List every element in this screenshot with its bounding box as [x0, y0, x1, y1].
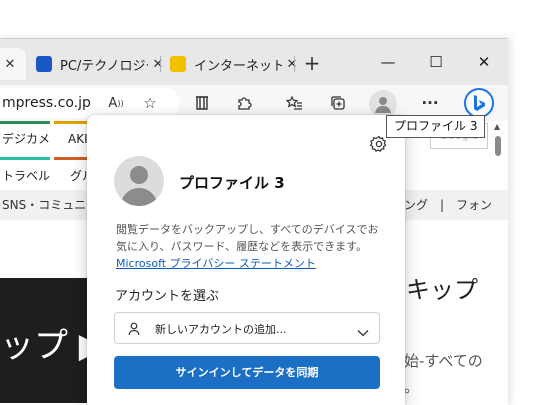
close-icon[interactable]: ✕ [0, 57, 20, 72]
category-bar [0, 157, 50, 160]
category-link[interactable]: トラベル [0, 162, 54, 190]
minimize-button[interactable]: — [370, 49, 406, 75]
more-options-icon[interactable]: ··· [418, 91, 442, 115]
nav-links-right[interactable]: ング | フォン [404, 190, 492, 220]
category-link[interactable]: デジカメ [0, 125, 54, 153]
tab-pc-technology[interactable]: PC/テクノロジー ✕ [36, 48, 168, 80]
account-select-value: 新しいアカウントの追加... [155, 323, 287, 336]
profile-name: プロファイル 3 [179, 174, 285, 192]
window-close-button[interactable]: ✕ [466, 49, 502, 75]
signin-sync-button[interactable]: サインインしてデータを同期 [114, 356, 380, 389]
chevron-down-icon [357, 323, 369, 337]
tooltip: プロファイル 3 [386, 115, 486, 138]
profile-button[interactable] [369, 90, 397, 118]
account-select[interactable]: 新しいアカウントの追加... [114, 312, 380, 344]
extensions-icon[interactable] [232, 91, 256, 115]
skip-heading: キップ [406, 276, 478, 304]
person-icon [127, 321, 141, 336]
skip-text: 。 [404, 378, 420, 396]
avatar [114, 156, 164, 206]
scroll-up-arrow[interactable]: ▲ [494, 122, 500, 131]
maximize-button[interactable]: ☐ [418, 49, 454, 75]
collections-icon[interactable] [190, 91, 214, 115]
favorites-icon[interactable] [282, 91, 306, 115]
tab-favicon [36, 56, 52, 72]
choose-account-label: アカウントを選ぶ [115, 289, 220, 304]
tab-internet[interactable]: インターネットとネ ✕ [170, 48, 302, 80]
tab-title: インターネットとネ [194, 58, 282, 74]
bing-copilot-button[interactable] [464, 88, 494, 118]
skip-text: 始-すべての [404, 352, 483, 370]
privacy-link[interactable]: Microsoft プライバシー ステートメント [116, 255, 316, 271]
profile-flyout: プロファイル 3 閲覧データをバックアップし、すべてのデバイスでお気に入り、パス… [87, 115, 405, 405]
tab-favicon [170, 56, 186, 72]
bing-icon [474, 95, 485, 111]
tab-title: PC/テクノロジー [60, 58, 148, 74]
tab-strip: ✕ PC/テクノロジー ✕ インターネットとネ ✕ + — ☐ ✕ [0, 39, 508, 85]
avatar-icon [375, 97, 391, 113]
tab-separator [294, 56, 295, 72]
scrollbar-thumb[interactable] [495, 136, 501, 156]
collections-add-icon[interactable] [326, 91, 350, 115]
add-favorite-icon[interactable]: ☆ [138, 91, 162, 115]
profile-description: 閲覧データをバックアップし、すべてのデバイスでお気に入り、パスワード、履歴などを… [116, 223, 379, 253]
active-tab[interactable]: ✕ [0, 48, 26, 80]
read-aloud-icon[interactable]: A)) [104, 91, 128, 115]
person-icon [120, 166, 158, 206]
address-url: mpress.co.jp [2, 95, 91, 111]
tab-separator [160, 56, 161, 72]
new-tab-button[interactable]: + [298, 52, 326, 76]
close-icon[interactable]: ✕ [148, 57, 168, 72]
category-bar [0, 121, 50, 124]
